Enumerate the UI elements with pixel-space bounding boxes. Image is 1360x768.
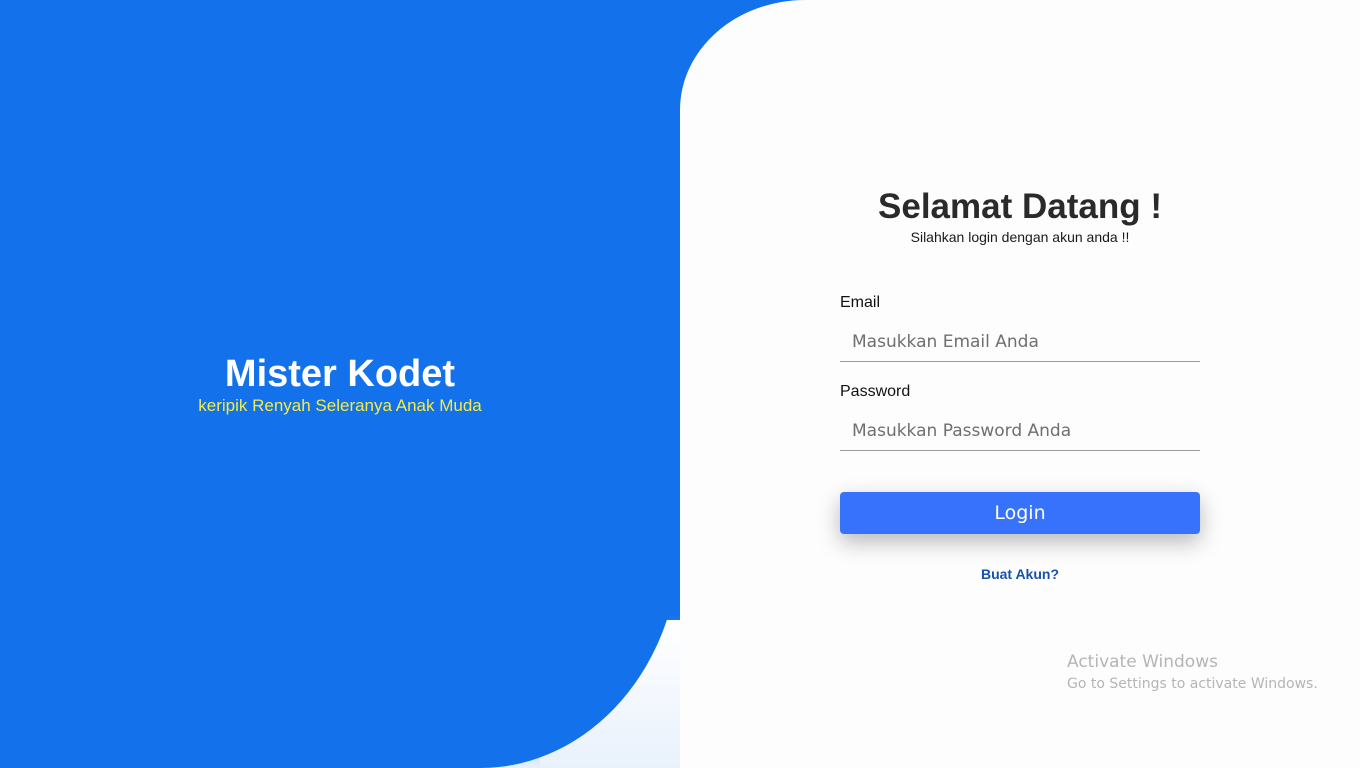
windows-activation-watermark: Activate Windows Go to Settings to activ… — [1067, 651, 1318, 695]
watermark-subtitle: Go to Settings to activate Windows. — [1067, 676, 1318, 692]
email-input[interactable] — [840, 322, 1200, 362]
watermark-title: Activate Windows — [1067, 652, 1218, 672]
welcome-subheading: Silahkan login dengan akun anda !! — [910, 229, 1130, 245]
login-button[interactable]: Login — [840, 492, 1200, 534]
brand-block: Mister Kodet keripik Renyah Seleranya An… — [0, 352, 680, 416]
brand-tagline: keripik Renyah Seleranya Anak Muda — [198, 396, 482, 415]
create-account-link[interactable]: Buat Akun? — [840, 566, 1200, 582]
login-form: Selamat Datang ! Silahkan login dengan a… — [840, 186, 1200, 582]
password-input[interactable] — [840, 411, 1200, 451]
welcome-heading: Selamat Datang ! — [878, 187, 1162, 226]
password-label: Password — [840, 383, 911, 400]
email-label: Email — [840, 294, 881, 311]
brand-title: Mister Kodet — [224, 353, 456, 395]
brand-panel: Mister Kodet keripik Renyah Seleranya An… — [0, 0, 680, 768]
